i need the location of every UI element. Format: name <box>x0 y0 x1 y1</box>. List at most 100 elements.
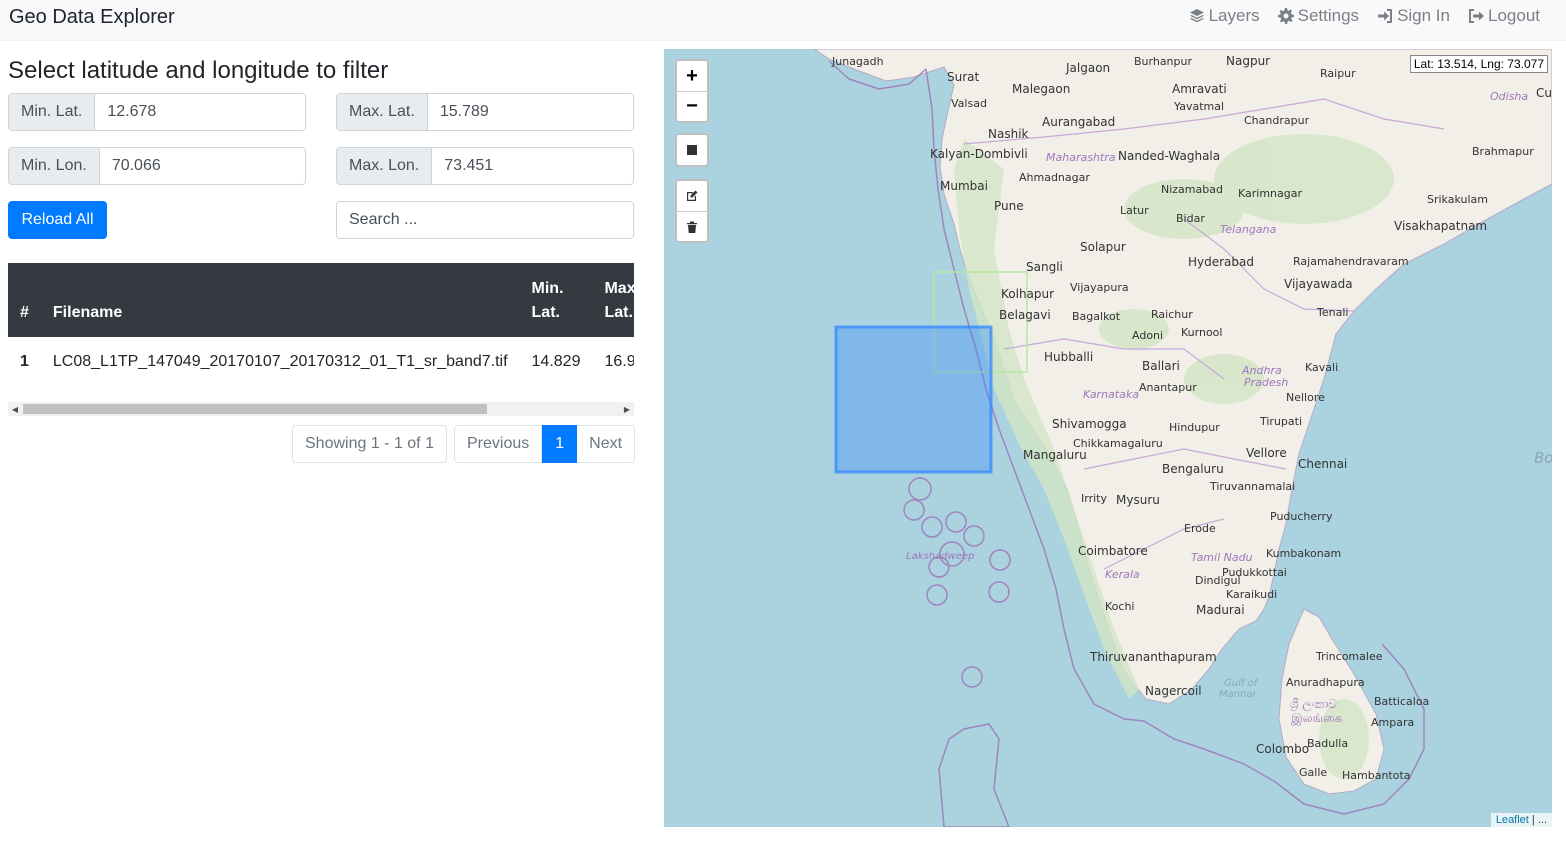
svg-text:Kumbakonam: Kumbakonam <box>1266 547 1341 560</box>
svg-text:Thiruvananthapuram: Thiruvananthapuram <box>1089 650 1217 664</box>
rectangle-icon <box>687 145 697 155</box>
svg-text:Mannar: Mannar <box>1219 689 1258 700</box>
table-row[interactable]: 1 LC08_L1TP_147049_20170107_20170312_01_… <box>8 337 634 387</box>
svg-text:Karnataka: Karnataka <box>1083 388 1139 401</box>
cell-index: 1 <box>20 353 29 370</box>
nav-layers-label: Layers <box>1208 6 1260 25</box>
results-table-container: # Filename Min.Lat. Max.Lat. 1 LC08_L1TP… <box>8 263 634 416</box>
leaflet-link[interactable]: Leaflet <box>1496 814 1529 826</box>
svg-text:Tamil Nadu: Tamil Nadu <box>1191 551 1253 564</box>
svg-text:Sangli: Sangli <box>1026 260 1063 274</box>
previous-page-button[interactable]: Previous <box>454 425 543 463</box>
scroll-right-icon[interactable]: ▶ <box>620 402 634 416</box>
svg-text:Mangaluru: Mangaluru <box>1023 448 1087 462</box>
svg-text:Karaikudi: Karaikudi <box>1226 588 1277 601</box>
nav-settings[interactable]: Settings <box>1277 6 1359 26</box>
table-horizontal-scrollbar[interactable]: ◀ ▶ <box>8 402 634 416</box>
draw-rectangle-button[interactable] <box>677 135 707 165</box>
max-lat-label: Max. Lat. <box>337 94 428 130</box>
edit-icon <box>687 190 698 201</box>
max-lon-input[interactable] <box>432 148 633 184</box>
header-index[interactable]: # <box>8 263 41 337</box>
draw-control <box>675 133 709 167</box>
svg-text:Raichur: Raichur <box>1151 308 1193 321</box>
svg-text:Nagercoil: Nagercoil <box>1145 684 1202 698</box>
page-1-button[interactable]: 1 <box>542 425 578 463</box>
svg-text:Kochi: Kochi <box>1105 600 1134 613</box>
svg-text:ශ්‍රී ලංකාව: ශ්‍රී ලංකාව <box>1290 697 1338 712</box>
selection-rectangle <box>834 325 993 474</box>
svg-text:Cut: Cut <box>1536 86 1552 100</box>
scrollbar-thumb[interactable] <box>23 404 487 414</box>
reload-all-button[interactable]: Reload All <box>8 201 107 239</box>
filter-heading: Select latitude and longitude to filter <box>8 57 389 84</box>
pagination-info: Showing 1 - 1 of 1 <box>292 425 447 463</box>
svg-text:Tenali: Tenali <box>1316 306 1348 319</box>
svg-text:இலங்கை: இலங்கை <box>1291 711 1343 726</box>
header-min-lat[interactable]: Min. Lat. <box>519 263 593 337</box>
svg-text:Bagalkot: Bagalkot <box>1072 310 1121 323</box>
showing-count: Showing 1 - 1 of 1 <box>292 425 447 463</box>
svg-text:Hubballi: Hubballi <box>1044 350 1093 364</box>
sign-in-icon <box>1378 9 1393 23</box>
svg-text:Coimbatore: Coimbatore <box>1078 544 1148 558</box>
svg-text:Lakshadweep: Lakshadweep <box>906 551 974 562</box>
svg-text:Nanded-Waghala: Nanded-Waghala <box>1118 149 1220 163</box>
layers-icon <box>1189 9 1204 23</box>
svg-text:Jalgaon: Jalgaon <box>1065 61 1110 75</box>
min-lon-input[interactable] <box>99 148 305 184</box>
search-input[interactable] <box>336 201 634 239</box>
svg-text:Bidar: Bidar <box>1176 212 1205 225</box>
svg-text:Hambantota: Hambantota <box>1342 769 1411 782</box>
svg-text:Nizamabad: Nizamabad <box>1161 183 1223 196</box>
header-max-lat[interactable]: Max.Lat. <box>592 263 634 337</box>
svg-text:Mumbai: Mumbai <box>940 179 988 193</box>
map-attribution: Leaflet | ... <box>1490 813 1552 827</box>
nav-layers[interactable]: Layers <box>1189 6 1260 26</box>
nav-logout[interactable]: Logout <box>1468 6 1540 26</box>
cell-filename: LC08_L1TP_147049_20170107_20170312_01_T1… <box>52 353 508 370</box>
svg-text:Malegaon: Malegaon <box>1012 82 1070 96</box>
zoom-control: + − <box>675 59 709 123</box>
logout-icon <box>1469 9 1484 23</box>
svg-text:Chennai: Chennai <box>1298 457 1347 471</box>
nav-sign-in-label: Sign In <box>1397 6 1450 25</box>
zoom-out-button[interactable]: − <box>677 91 707 121</box>
svg-text:Srikakulam: Srikakulam <box>1427 193 1488 206</box>
min-lat-input[interactable] <box>95 94 305 130</box>
max-lat-input[interactable] <box>427 94 633 130</box>
svg-text:Visakhapatnam: Visakhapatnam <box>1394 219 1487 233</box>
svg-text:Kerala: Kerala <box>1105 568 1140 581</box>
svg-text:Maharashtra: Maharashtra <box>1046 151 1116 164</box>
header-filename[interactable]: Filename <box>40 263 520 337</box>
svg-text:Amravati: Amravati <box>1172 82 1227 96</box>
svg-text:Madurai: Madurai <box>1196 603 1245 617</box>
nav-links: Layers Settings Sign In Logout <box>1189 6 1540 26</box>
svg-text:Latur: Latur <box>1120 204 1149 217</box>
gear-icon <box>1277 8 1294 24</box>
svg-text:Anuradhapura: Anuradhapura <box>1286 676 1365 689</box>
svg-text:Tirupati: Tirupati <box>1259 415 1302 428</box>
min-lon-label: Min. Lon. <box>9 148 100 184</box>
nav-sign-in[interactable]: Sign In <box>1377 6 1450 26</box>
svg-text:Puducherry: Puducherry <box>1270 510 1333 523</box>
edit-layers-button[interactable] <box>677 181 707 211</box>
min-lon-group: Min. Lon. <box>8 147 306 185</box>
svg-text:Junagadh: Junagadh <box>831 55 884 68</box>
svg-text:Odisha: Odisha <box>1490 90 1528 103</box>
svg-text:Surat: Surat <box>947 70 980 84</box>
map-tiles: Junagadh Surat Valsad Jalgaon Burhanpur … <box>813 49 1552 827</box>
navbar: Geo Data Explorer Layers Settings Sign I… <box>0 0 1566 41</box>
svg-text:Shivamogga: Shivamogga <box>1052 417 1127 431</box>
delete-layers-button[interactable] <box>677 211 707 241</box>
svg-text:Hyderabad: Hyderabad <box>1188 255 1254 269</box>
svg-text:Adoni: Adoni <box>1132 329 1163 342</box>
svg-text:Tiruvannamalai: Tiruvannamalai <box>1209 480 1295 493</box>
zoom-in-button[interactable]: + <box>677 61 707 91</box>
cell-max-lat: 16.9 <box>604 353 634 370</box>
svg-text:Batticaloa: Batticaloa <box>1374 695 1429 708</box>
next-page-button[interactable]: Next <box>577 425 636 463</box>
map-view[interactable]: Junagadh Surat Valsad Jalgaon Burhanpur … <box>664 49 1552 827</box>
app-brand[interactable]: Geo Data Explorer <box>9 6 175 29</box>
scroll-left-icon[interactable]: ◀ <box>8 402 22 416</box>
